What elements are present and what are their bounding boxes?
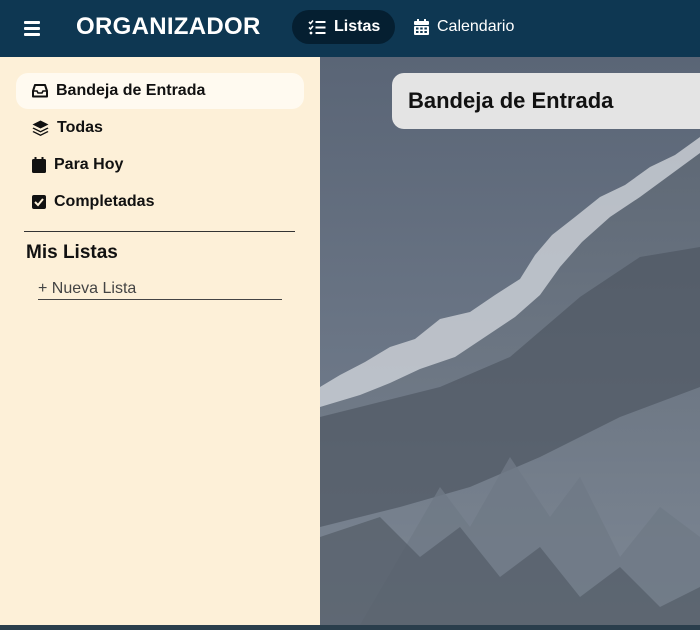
sidebar-item-completadas[interactable]: Completadas [16, 184, 304, 220]
tab-calendario[interactable]: Calendario [414, 10, 514, 44]
inbox-icon [32, 84, 48, 98]
sidebar-item-label: Todas [57, 119, 103, 136]
sidebar-item-bandeja[interactable]: Bandeja de Entrada [16, 73, 304, 109]
sidebar: Bandeja de Entrada Todas Para Hoy Comple… [0, 57, 320, 625]
tab-listas-label: Listas [334, 18, 381, 35]
main-content: Bandeja de Entrada [320, 57, 700, 625]
new-list-input[interactable] [38, 279, 282, 300]
page-title: Bandeja de Entrada [392, 73, 700, 129]
layers-icon [32, 120, 49, 136]
top-bar: ORGANIZADOR Listas Calendario [0, 0, 700, 57]
sidebar-item-para-hoy[interactable]: Para Hoy [16, 147, 304, 183]
hamburger-menu-icon[interactable] [20, 16, 44, 40]
tab-calendario-label: Calendario [437, 18, 515, 35]
sidebar-item-label: Bandeja de Entrada [56, 82, 206, 99]
checkbox-icon [32, 195, 46, 209]
sidebar-item-label: Para Hoy [54, 156, 124, 173]
sidebar-item-label: Completadas [54, 193, 155, 210]
my-lists-heading: Mis Listas [26, 242, 118, 263]
list-check-icon [308, 19, 326, 35]
sidebar-divider [24, 231, 295, 232]
bottom-bar [0, 625, 700, 630]
tab-listas[interactable]: Listas [292, 10, 395, 44]
app-title: ORGANIZADOR [76, 13, 261, 40]
sidebar-item-todas[interactable]: Todas [16, 110, 304, 146]
calendar-icon [32, 157, 46, 173]
calendar-icon [414, 19, 429, 35]
mountain-background-image [320, 57, 700, 625]
